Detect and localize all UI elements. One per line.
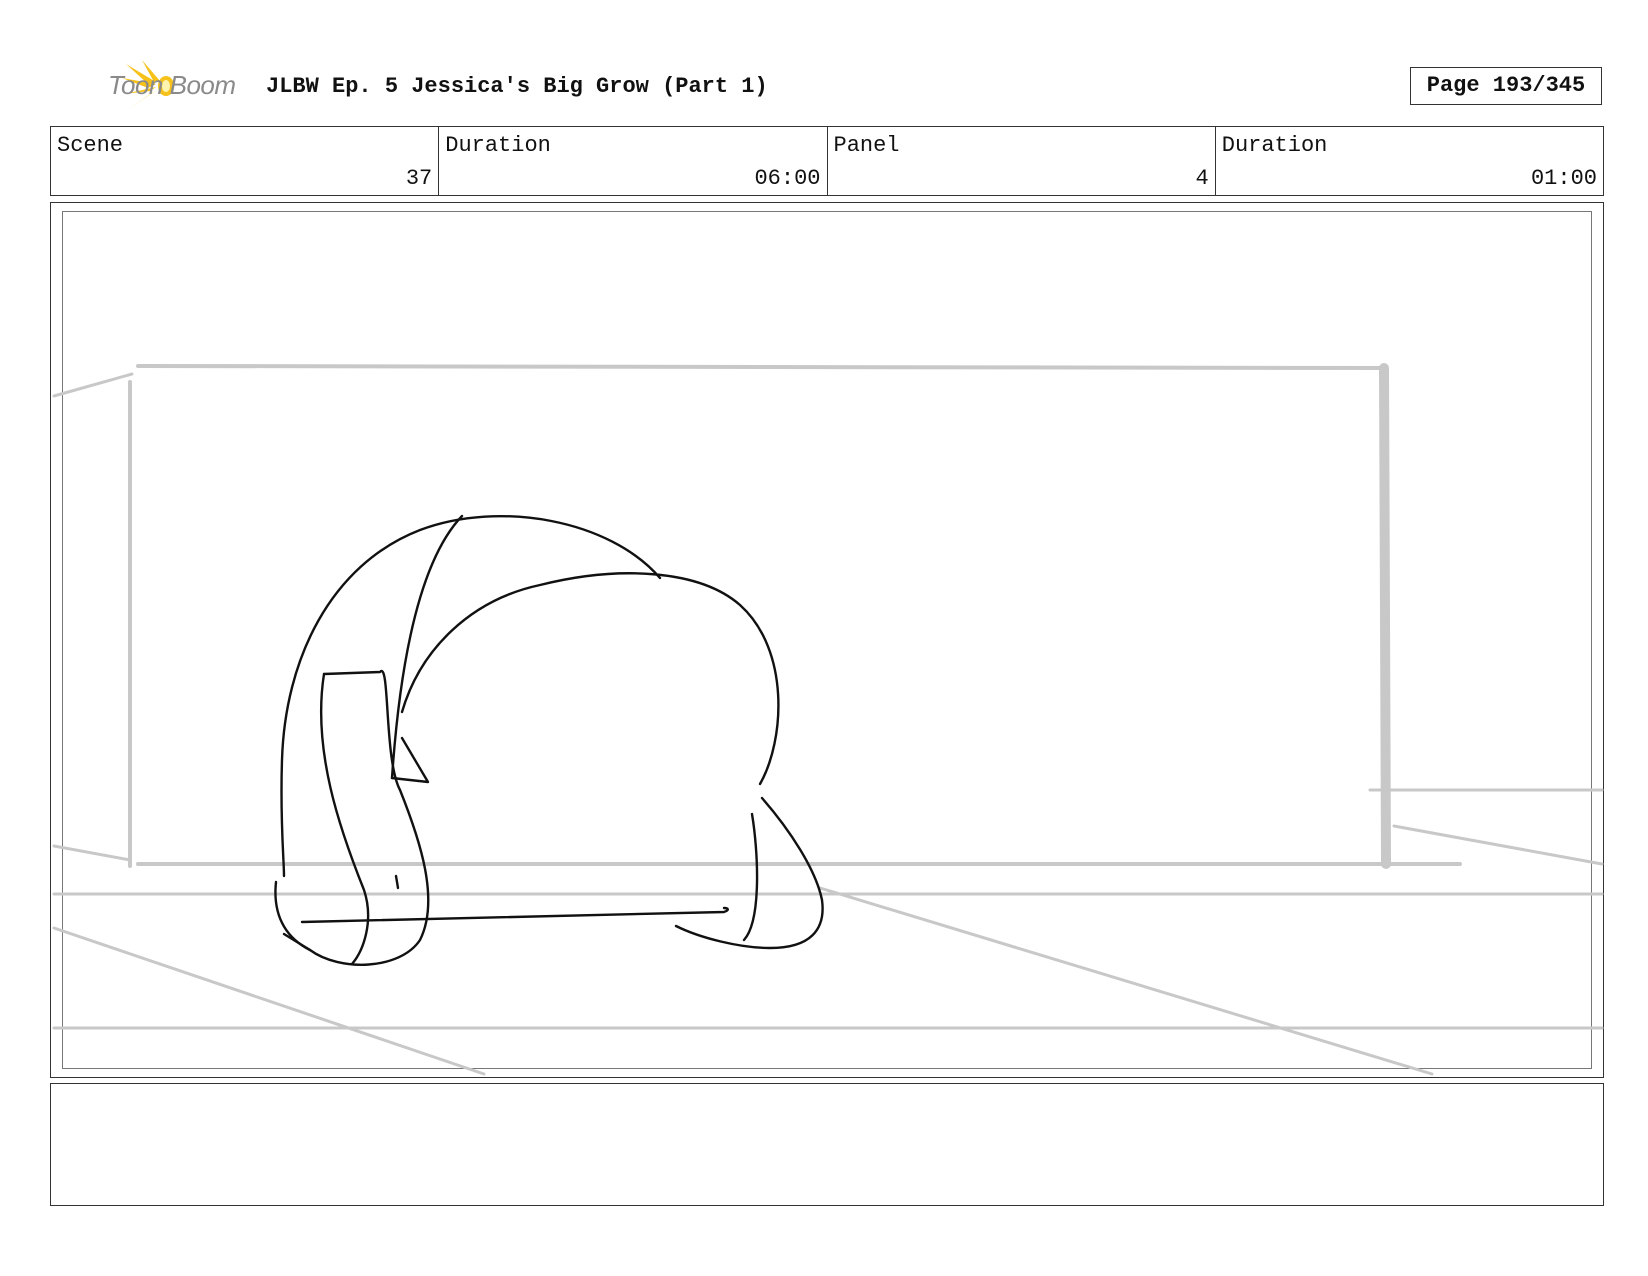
notes-box [50,1083,1604,1206]
